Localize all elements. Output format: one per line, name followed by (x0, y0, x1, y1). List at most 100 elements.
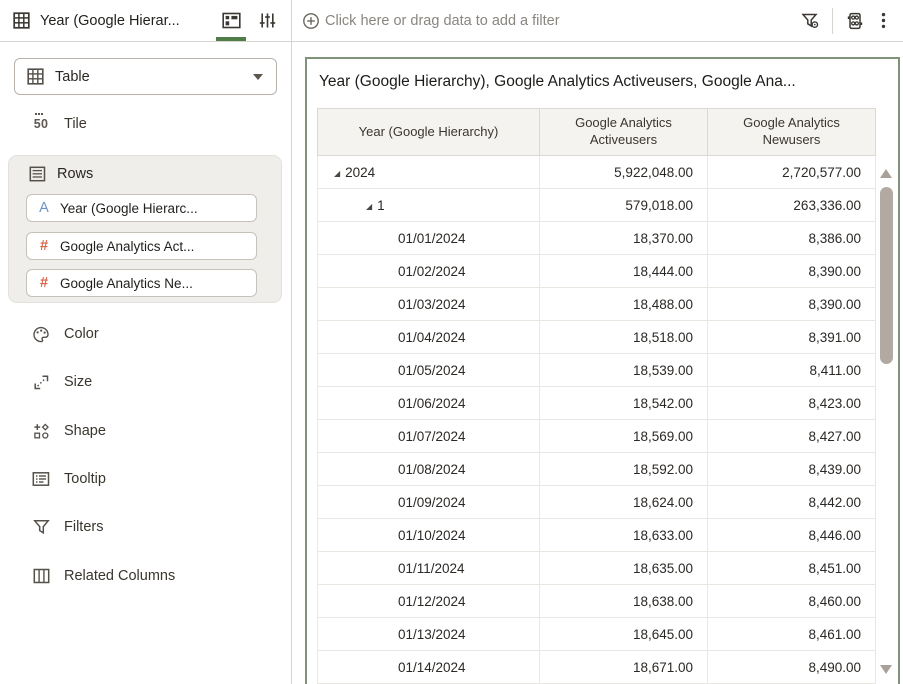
row-label-cell: ◢01/09/2024 (318, 486, 540, 519)
cell-newusers: 263,336.00 (708, 189, 876, 222)
size-label: Size (64, 374, 92, 390)
tile-label: Tile (64, 116, 87, 132)
rows-header: Rows (29, 166, 93, 182)
table-row[interactable]: ◢01/13/2024 18,645.00 8,461.00 (318, 618, 876, 651)
row-label-text: 01/02/2024 (398, 264, 466, 279)
table-row[interactable]: ◢01/12/2024 18,638.00 8,460.00 (318, 585, 876, 618)
row-label-cell: ◢01/06/2024 (318, 387, 540, 420)
add-filter-placeholder: Click here or drag data to add a filter (325, 13, 560, 29)
row-label-cell: ◢01/01/2024 (318, 222, 540, 255)
row-label-text: 01/03/2024 (398, 297, 466, 312)
table-row[interactable]: ◢01/10/2024 18,633.00 8,446.00 (318, 519, 876, 552)
row-label-cell: ◢01/14/2024 (318, 651, 540, 684)
cell-activeusers: 18,671.00 (540, 651, 708, 684)
pill-newusers[interactable]: # Google Analytics Ne... (26, 269, 257, 297)
drop-target-tooltip[interactable]: Tooltip (0, 463, 291, 495)
row-label-text: 01/05/2024 (398, 363, 466, 378)
table-viz-icon (27, 68, 44, 85)
kebab-menu-icon (881, 12, 886, 29)
properties-sliders-icon (259, 12, 276, 29)
table-row[interactable]: ◢01/02/2024 18,444.00 8,390.00 (318, 255, 876, 288)
drop-target-size[interactable]: Size (0, 366, 291, 398)
expand-triangle-icon[interactable]: ◢ (366, 202, 372, 211)
add-filter-plus-icon (302, 12, 320, 30)
row-label-text: 2024 (345, 165, 375, 180)
tab-properties-panel[interactable] (249, 0, 285, 41)
table-body: ◢2024 5,922,048.00 2,720,577.00 ◢1 579,0… (318, 156, 876, 684)
scroll-up-arrow-icon[interactable] (880, 169, 892, 178)
scrollbar-thumb[interactable] (880, 187, 893, 364)
table-row[interactable]: ◢2024 5,922,048.00 2,720,577.00 (318, 156, 876, 189)
cell-newusers: 8,446.00 (708, 519, 876, 552)
cell-activeusers: 18,488.00 (540, 288, 708, 321)
table-row[interactable]: ◢01/09/2024 18,624.00 8,442.00 (318, 486, 876, 519)
drop-target-filters[interactable]: Filters (0, 511, 291, 543)
viz-type-dropdown[interactable]: Table (14, 58, 277, 95)
drop-target-shape[interactable]: Shape (0, 415, 291, 447)
viz-header: Year (Google Hierar... (0, 0, 292, 41)
size-icon (30, 374, 52, 391)
toolbar-divider (832, 8, 833, 34)
workbook-window: Year (Google Hierar... (0, 0, 903, 684)
row-label-cell: ◢01/07/2024 (318, 420, 540, 453)
table-row[interactable]: ◢01/06/2024 18,542.00 8,423.00 (318, 387, 876, 420)
viz-type-selected-label: Table (55, 69, 253, 85)
cell-activeusers: 18,539.00 (540, 354, 708, 387)
table-row[interactable]: ◢01/05/2024 18,539.00 8,411.00 (318, 354, 876, 387)
cell-newusers: 8,390.00 (708, 255, 876, 288)
table-row[interactable]: ◢01/14/2024 18,671.00 8,490.00 (318, 651, 876, 684)
filters-label: Filters (64, 519, 103, 535)
pill-label: Google Analytics Act... (60, 239, 194, 254)
table-visualization[interactable]: Year (Google Hierarchy), Google Analytic… (305, 57, 900, 684)
row-label-cell: ◢01/04/2024 (318, 321, 540, 354)
rows-drop-area[interactable]: Rows A Year (Google Hierarc... # Google … (8, 155, 282, 303)
filter-bar: Click here or drag data to add a filter (293, 0, 903, 41)
drop-target-color[interactable]: Color (0, 318, 291, 350)
cell-activeusers: 18,569.00 (540, 420, 708, 453)
table-row[interactable]: ◢01/04/2024 18,518.00 8,391.00 (318, 321, 876, 354)
table-row[interactable]: ◢01/08/2024 18,592.00 8,439.00 (318, 453, 876, 486)
drop-target-related-columns[interactable]: Related Columns (0, 560, 291, 592)
table-row[interactable]: ◢01/01/2024 18,370.00 8,386.00 (318, 222, 876, 255)
more-options-button[interactable] (871, 5, 895, 37)
pill-year-hierarchy[interactable]: A Year (Google Hierarc... (26, 194, 257, 222)
column-header-newusers[interactable]: Google Analytics Newusers (708, 109, 876, 156)
tooltip-icon (30, 471, 52, 487)
table-row[interactable]: ◢1 579,018.00 263,336.00 (318, 189, 876, 222)
cell-newusers: 8,411.00 (708, 354, 876, 387)
cell-activeusers: 18,592.00 (540, 453, 708, 486)
pill-activeusers[interactable]: # Google Analytics Act... (26, 232, 257, 260)
cell-newusers: 8,390.00 (708, 288, 876, 321)
row-label-cell: ◢01/10/2024 (318, 519, 540, 552)
row-label-text: 01/01/2024 (398, 231, 466, 246)
data-settings-button[interactable] (839, 5, 871, 37)
table-row[interactable]: ◢01/03/2024 18,488.00 8,390.00 (318, 288, 876, 321)
table-row[interactable]: ◢01/07/2024 18,569.00 8,427.00 (318, 420, 876, 453)
cell-newusers: 8,442.00 (708, 486, 876, 519)
row-label-cell: ◢01/03/2024 (318, 288, 540, 321)
pill-label: Google Analytics Ne... (60, 276, 193, 291)
cell-activeusers: 18,635.00 (540, 552, 708, 585)
row-label-text: 01/09/2024 (398, 495, 466, 510)
filter-settings-button[interactable] (794, 5, 826, 37)
cell-activeusers: 18,518.00 (540, 321, 708, 354)
row-label-text: 01/07/2024 (398, 429, 466, 444)
cell-activeusers: 18,542.00 (540, 387, 708, 420)
row-label-cell: ◢01/08/2024 (318, 453, 540, 486)
cell-activeusers: 18,624.00 (540, 486, 708, 519)
table-viz-icon (13, 12, 30, 29)
cell-activeusers: 18,645.00 (540, 618, 708, 651)
table-row[interactable]: ◢01/11/2024 18,635.00 8,451.00 (318, 552, 876, 585)
scroll-down-arrow-icon[interactable] (880, 665, 892, 674)
add-filter-dropzone[interactable]: Click here or drag data to add a filter (302, 12, 794, 30)
column-header-activeusers[interactable]: Google Analytics Activeusers (540, 109, 708, 156)
column-header-year[interactable]: Year (Google Hierarchy) (318, 109, 540, 156)
cell-newusers: 8,439.00 (708, 453, 876, 486)
row-label-text: 01/06/2024 (398, 396, 466, 411)
expand-triangle-icon[interactable]: ◢ (334, 169, 340, 178)
drop-target-tile[interactable]: 50 Tile (0, 108, 291, 140)
vertical-scrollbar[interactable] (879, 169, 894, 674)
tab-grammar-panel[interactable] (213, 0, 249, 41)
cell-activeusers: 18,633.00 (540, 519, 708, 552)
cell-newusers: 2,720,577.00 (708, 156, 876, 189)
